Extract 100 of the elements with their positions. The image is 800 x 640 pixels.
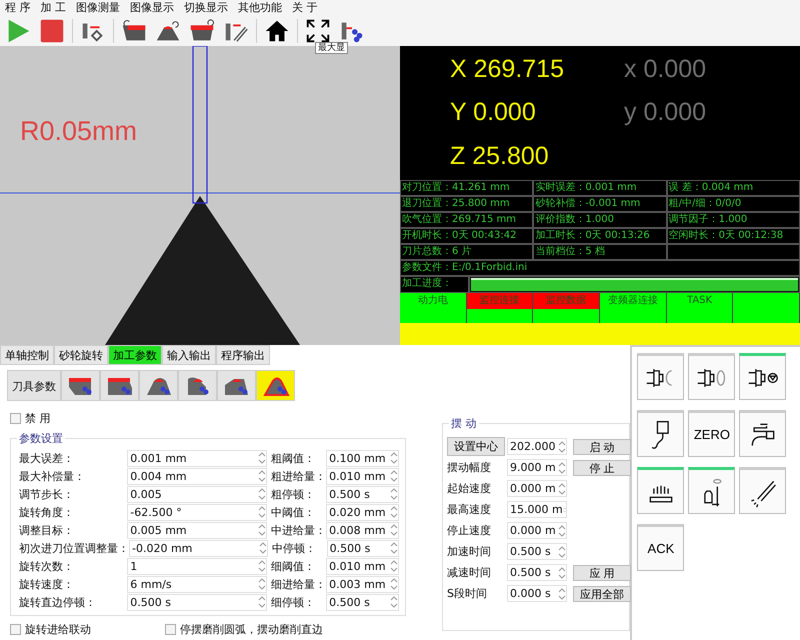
field-label: 加速时间 (447, 544, 492, 559)
info-cell: 吹气位置：269.715 mm (400, 212, 534, 228)
status-indicator: 变频器连接 (600, 293, 667, 310)
spin-field[interactable]: 0.500 s (326, 486, 399, 502)
machine-coordinate: X 269.715 (449, 55, 565, 84)
field-label: 旋转速度： (19, 576, 75, 592)
spin-field[interactable]: 0.003 mm (326, 576, 399, 592)
set-center-button[interactable]: 设置中心 (447, 437, 505, 456)
spin-field[interactable]: 15.000 m (507, 501, 567, 518)
field-label: S段时间 (447, 586, 488, 601)
tool-tab-label: 刀具参数 (7, 370, 61, 401)
info-cell: 实时误差：0.001 mm (533, 180, 667, 196)
menu-item[interactable]: 图像显示 (130, 1, 174, 15)
spin-field[interactable]: 0.010 mm (326, 468, 399, 484)
field-label: 最高速度 (447, 502, 492, 517)
info-cell: 当前档位：5 档 (533, 244, 667, 260)
menu-item[interactable]: 切换显示 (184, 1, 228, 15)
field-label: 调节步长： (19, 486, 75, 502)
field-label: 中阈值： (271, 504, 316, 520)
spin-field[interactable]: 9.000 m (507, 459, 567, 476)
tab[interactable]: 加工参数 (108, 345, 162, 365)
info-cell: 加工时长：0天 00:13:26 (533, 228, 667, 244)
field-label: 旋转直边停顿： (19, 594, 97, 610)
spin-field[interactable]: 202.000 (507, 438, 567, 455)
menu-item[interactable]: 其他功能 (238, 1, 282, 15)
spin-field[interactable]: 0.500 s (326, 540, 399, 556)
info-cell: 粗/中/细：0/0/0 (666, 196, 800, 212)
relative-coordinate: x 0.000 (624, 55, 706, 84)
field-label: 中停顿： (272, 540, 317, 556)
tooltip: 最大显 (315, 42, 348, 54)
field-label: 粗停顿： (271, 486, 316, 502)
info-cell: 刀片总数：6 片 (400, 244, 534, 260)
tab[interactable]: 输入输出 (162, 345, 216, 365)
info-cell: 调节因子：1.000 (666, 212, 800, 228)
spin-field[interactable]: 0.005 (127, 486, 268, 502)
spin-field[interactable]: -62.500 ° (127, 504, 268, 520)
spin-field[interactable]: 6 mm/s (127, 576, 268, 592)
spin-field[interactable]: 1 (127, 558, 268, 574)
status-indicator: TASK (666, 293, 734, 310)
spin-field[interactable]: 0.001 mm (127, 450, 268, 466)
machine-coordinate: Y 0.000 (449, 98, 537, 128)
tab[interactable]: 单轴控制 (0, 345, 54, 365)
info-cell: 开机时长：0天 00:43:42 (400, 228, 534, 244)
spin-field[interactable]: 0.100 mm (326, 450, 399, 466)
field-label: 粗阈值： (271, 450, 316, 466)
menu-item[interactable]: 关 于 (292, 1, 318, 15)
function-button[interactable]: ZERO (688, 410, 736, 457)
action-button[interactable]: 启 动 (573, 438, 631, 454)
field-label: 起始速度 (447, 481, 492, 496)
option-checkbox[interactable]: 停摆磨削圆弧，摆动磨削直边 (165, 622, 323, 637)
radius-label: R0.05mm (20, 116, 138, 147)
field-label: 初次进刀位置调整量： (19, 540, 129, 556)
spin-field[interactable]: 0.500 s (507, 564, 567, 581)
field-label: 细进给量： (271, 576, 326, 592)
field-label: 摆动幅度 (447, 460, 492, 475)
menu-item[interactable]: 图像测量 (76, 1, 120, 15)
group-title: 摆 动 (449, 416, 478, 431)
menu-item[interactable]: 加 工 (40, 1, 66, 15)
field-label: 粗进给量： (271, 468, 326, 484)
field-label: 旋转角度： (19, 504, 75, 520)
field-label: 停止速度 (447, 523, 492, 538)
tab[interactable]: 砂轮旋转 (54, 345, 108, 365)
tab[interactable]: 程序输出 (216, 345, 270, 365)
menu-item[interactable]: 程 序 (5, 1, 30, 15)
info-cell: 误 差：0.004 mm (666, 180, 800, 196)
status-indicator: 监控连接 (466, 293, 534, 310)
field-label: 中进给量： (271, 522, 326, 538)
relative-coordinate: y 0.000 (624, 98, 706, 128)
spin-field[interactable]: 0.005 mm (127, 522, 268, 538)
field-label: 调整目标： (19, 522, 75, 538)
spin-field[interactable]: 0.000 m (507, 522, 567, 539)
field-label: 细停顿： (271, 594, 316, 610)
spin-field[interactable]: 0.004 mm (127, 468, 268, 484)
machine-coordinate: Z 25.800 (449, 142, 550, 171)
option-checkbox[interactable]: 旋转进给联动 (10, 622, 91, 637)
spin-field[interactable]: 0.010 mm (326, 558, 399, 574)
action-button[interactable]: 应 用 (573, 564, 631, 580)
action-button[interactable]: 停 止 (573, 460, 631, 476)
field-label: 旋转次数： (19, 558, 75, 574)
field-label: 减速时间 (447, 565, 492, 580)
info-cell: 评价指数：1.000 (533, 212, 667, 228)
spin-field[interactable]: 0.020 mm (326, 504, 399, 520)
field-label: 细阈值： (271, 558, 316, 574)
spin-field[interactable]: 0.500 s (507, 543, 567, 560)
param-file-cell: 参数文件：E:/0.1Forbid.ini (400, 260, 800, 276)
disable-checkbox[interactable]: 禁 用 (10, 411, 50, 426)
spin-field[interactable]: 0.008 mm (326, 522, 399, 538)
spin-field[interactable]: 0.500 s (326, 594, 399, 610)
status-indicator: 动力电 (400, 293, 467, 310)
function-button[interactable]: ACK (637, 524, 684, 571)
info-cell: 砂轮补偿：-0.001 mm (533, 196, 667, 212)
group-title: 参数设置 (17, 431, 65, 446)
action-button[interactable]: 应用全部 (573, 586, 631, 602)
spin-field[interactable]: 0.500 s (127, 594, 268, 610)
spin-field[interactable]: -0.020 mm (129, 540, 268, 556)
info-cell: 空闲时长：0天 00:12:38 (666, 228, 800, 244)
spin-field[interactable]: 0.000 s (507, 585, 567, 602)
progress-label: 加工进度： (400, 276, 469, 294)
spin-field[interactable]: 0.000 m (507, 480, 567, 497)
field-label: 最大补偿量： (19, 468, 86, 484)
